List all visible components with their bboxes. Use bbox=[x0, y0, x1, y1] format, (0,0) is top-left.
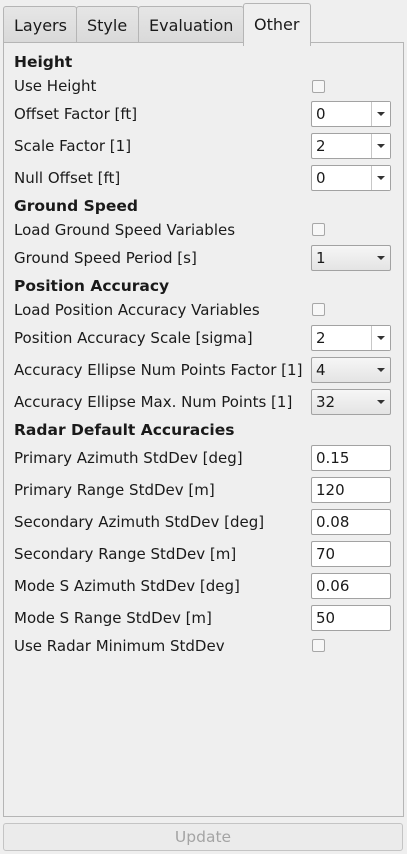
num-points-factor-row: Accuracy Ellipse Num Points Factor [1] 4 bbox=[14, 356, 391, 384]
tab-style[interactable]: Style bbox=[76, 6, 139, 45]
primary-azimuth-input[interactable]: 0.15 bbox=[311, 445, 391, 471]
max-num-points-value: 32 bbox=[316, 393, 336, 411]
radar-heading: Radar Default Accuracies bbox=[14, 421, 235, 439]
null-offset-value: 0 bbox=[316, 169, 326, 187]
load-ground-speed-checkbox[interactable] bbox=[312, 223, 325, 236]
update-button[interactable]: Update bbox=[3, 823, 403, 851]
num-points-factor-value: 4 bbox=[316, 361, 326, 379]
chevron-down-icon[interactable] bbox=[371, 134, 390, 158]
offset-factor-row: Offset Factor [ft] 0 bbox=[14, 100, 391, 128]
offset-factor-value: 0 bbox=[316, 105, 326, 123]
tab-other[interactable]: Other bbox=[243, 3, 311, 46]
chevron-down-icon[interactable] bbox=[371, 326, 390, 350]
chevron-down-icon[interactable] bbox=[371, 358, 390, 382]
tab-evaluation[interactable]: Evaluation bbox=[138, 6, 244, 45]
use-radar-min-label: Use Radar Minimum StdDev bbox=[14, 637, 225, 655]
position-accuracy-heading: Position Accuracy bbox=[14, 277, 170, 295]
max-num-points-select[interactable]: 32 bbox=[311, 389, 391, 415]
primary-azimuth-row: Primary Azimuth StdDev [deg] 0.15 bbox=[14, 444, 391, 472]
chevron-down-icon[interactable] bbox=[371, 246, 390, 270]
height-heading: Height bbox=[14, 53, 73, 71]
other-settings-window: Layers Style Evaluation Other Height Use… bbox=[0, 0, 407, 854]
load-ground-speed-label: Load Ground Speed Variables bbox=[14, 221, 236, 239]
position-accuracy-scale-row: Position Accuracy Scale [sigma] 2 bbox=[14, 324, 391, 352]
scale-factor-spinbox[interactable]: 2 bbox=[311, 133, 391, 159]
tab-layers[interactable]: Layers bbox=[3, 6, 77, 45]
modes-range-row: Mode S Range StdDev [m] 50 bbox=[14, 604, 391, 632]
position-accuracy-scale-value: 2 bbox=[316, 329, 326, 347]
secondary-azimuth-input[interactable]: 0.08 bbox=[311, 509, 391, 535]
ground-speed-period-select[interactable]: 1 bbox=[311, 245, 391, 271]
position-accuracy-scale-spinbox[interactable]: 2 bbox=[311, 325, 391, 351]
ground-speed-heading: Ground Speed bbox=[14, 197, 138, 215]
chevron-down-icon[interactable] bbox=[371, 166, 390, 190]
chevron-down-icon[interactable] bbox=[371, 390, 390, 414]
max-num-points-row: Accuracy Ellipse Max. Num Points [1] 32 bbox=[14, 388, 391, 416]
radar-section-heading-row: Radar Default Accuracies bbox=[14, 416, 391, 444]
primary-range-input[interactable]: 120 bbox=[311, 477, 391, 503]
null-offset-spinbox[interactable]: 0 bbox=[311, 165, 391, 191]
use-radar-min-checkbox[interactable] bbox=[312, 639, 325, 652]
modes-azimuth-row: Mode S Azimuth StdDev [deg] 0.06 bbox=[14, 572, 391, 600]
use-height-row: Use Height bbox=[14, 72, 391, 100]
load-position-accuracy-label: Load Position Accuracy Variables bbox=[14, 301, 260, 319]
other-tab-panel: Height Use Height Offset Factor [ft] 0 S… bbox=[3, 42, 404, 817]
null-offset-row: Null Offset [ft] 0 bbox=[14, 164, 391, 192]
secondary-azimuth-row: Secondary Azimuth StdDev [deg] 0.08 bbox=[14, 508, 391, 536]
tab-bar: Layers Style Evaluation Other bbox=[3, 3, 407, 46]
load-position-accuracy-checkbox[interactable] bbox=[312, 303, 325, 316]
secondary-range-row: Secondary Range StdDev [m] 70 bbox=[14, 540, 391, 568]
modes-range-input[interactable]: 50 bbox=[311, 605, 391, 631]
secondary-range-input[interactable]: 70 bbox=[311, 541, 391, 567]
primary-range-row: Primary Range StdDev [m] 120 bbox=[14, 476, 391, 504]
use-height-label: Use Height bbox=[14, 77, 97, 95]
offset-factor-spinbox[interactable]: 0 bbox=[311, 101, 391, 127]
load-ground-speed-row: Load Ground Speed Variables bbox=[14, 216, 391, 244]
load-position-accuracy-row: Load Position Accuracy Variables bbox=[14, 296, 391, 324]
scale-factor-value: 2 bbox=[316, 137, 326, 155]
use-height-checkbox[interactable] bbox=[312, 80, 325, 93]
modes-azimuth-input[interactable]: 0.06 bbox=[311, 573, 391, 599]
ground-speed-period-value: 1 bbox=[316, 249, 326, 267]
scale-factor-row: Scale Factor [1] 2 bbox=[14, 132, 391, 160]
chevron-down-icon[interactable] bbox=[371, 102, 390, 126]
use-radar-min-row: Use Radar Minimum StdDev bbox=[14, 632, 391, 660]
ground-speed-period-row: Ground Speed Period [s] 1 bbox=[14, 244, 391, 272]
num-points-factor-select[interactable]: 4 bbox=[311, 357, 391, 383]
